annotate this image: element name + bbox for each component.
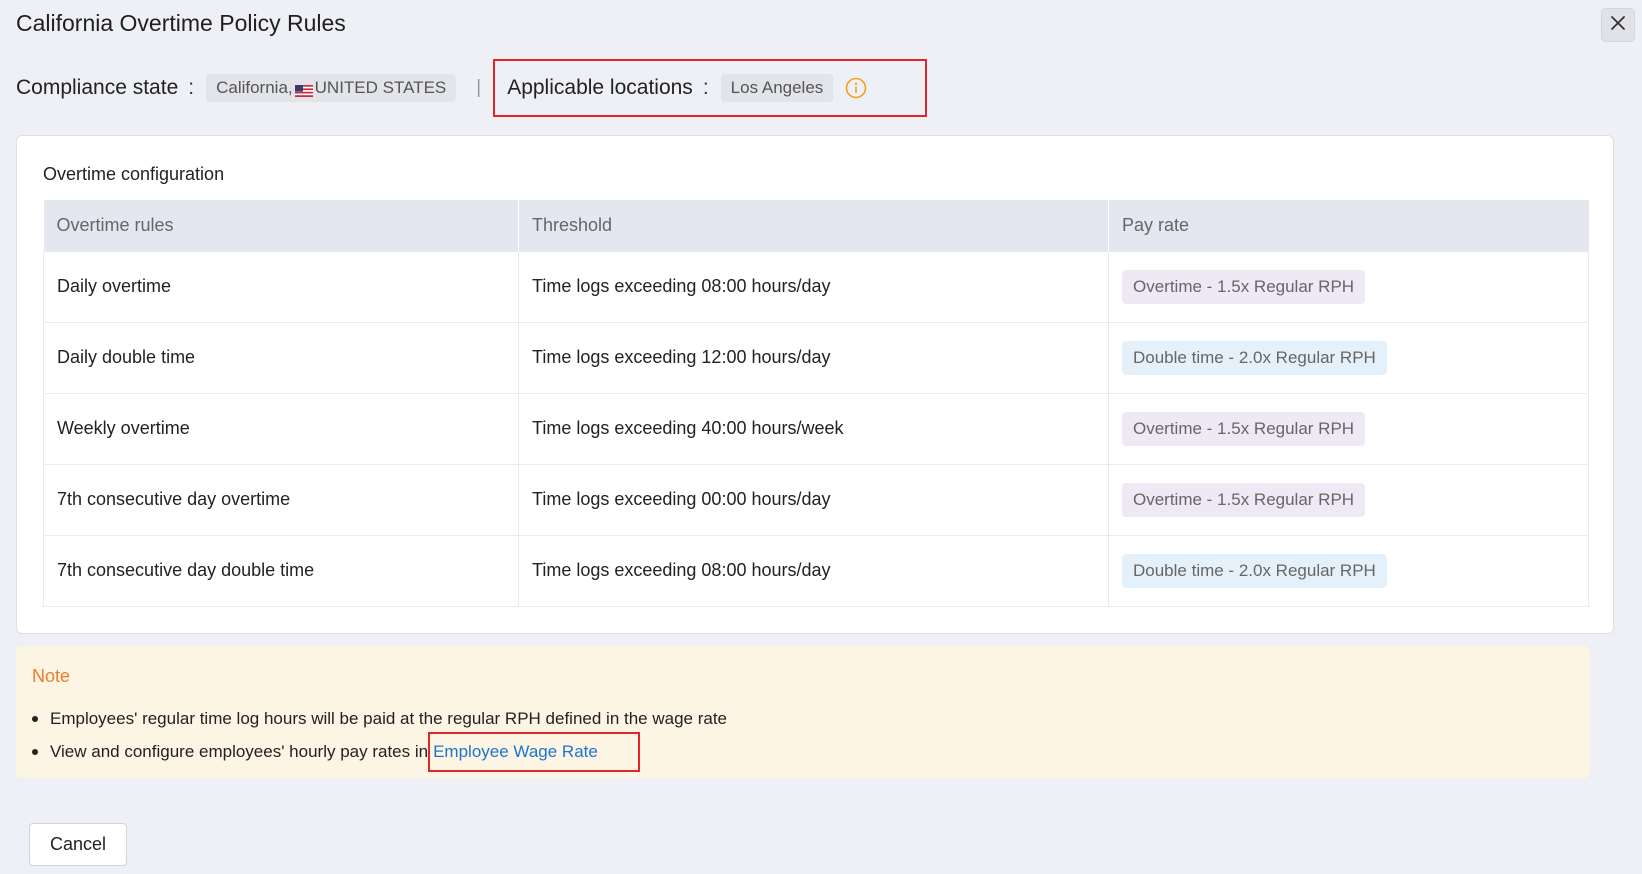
rule-cell: 7th consecutive day double time bbox=[43, 534, 519, 607]
pay-rate-cell: Overtime - 1.5x Regular RPH bbox=[1108, 392, 1589, 464]
table-row: Daily double time Time logs exceeding 12… bbox=[43, 321, 1589, 393]
table-row: 7th consecutive day double time Time log… bbox=[43, 534, 1589, 607]
compliance-country-value: UNITED STATES bbox=[314, 78, 447, 97]
threshold-cell: Time logs exceeding 08:00 hours/day bbox=[518, 250, 1109, 322]
wage-rate-link-highlight: Employee Wage Rate bbox=[428, 731, 640, 772]
table-row: Daily overtime Time logs exceeding 08:00… bbox=[43, 250, 1589, 322]
note-text: View and configure employees' hourly pay… bbox=[50, 741, 429, 761]
note-text: Employees' regular time log hours will b… bbox=[50, 708, 728, 728]
threshold-cell: Time logs exceeding 12:00 hours/day bbox=[518, 321, 1109, 393]
note-panel: Note Employees' regular time log hours w… bbox=[16, 646, 1590, 778]
overtime-configuration-card: Overtime configuration Overtime rules Th… bbox=[16, 135, 1614, 634]
pay-rate-badge: Overtime - 1.5x Regular RPH bbox=[1122, 269, 1366, 304]
info-icon[interactable] bbox=[845, 77, 867, 99]
close-button[interactable] bbox=[1601, 8, 1635, 42]
pay-rate-cell: Double time - 2.0x Regular RPH bbox=[1108, 534, 1589, 607]
location-chip: Los Angeles bbox=[720, 74, 834, 102]
note-list: Employees' regular time log hours will b… bbox=[32, 702, 727, 772]
column-header-threshold: Threshold bbox=[518, 200, 1109, 251]
pay-rate-badge: Overtime - 1.5x Regular RPH bbox=[1122, 411, 1366, 446]
employee-wage-rate-link[interactable]: Employee Wage Rate bbox=[433, 742, 598, 762]
close-icon bbox=[1610, 15, 1626, 36]
cancel-button[interactable]: Cancel bbox=[29, 823, 127, 866]
compliance-state-chip: California, UNITED STATES bbox=[206, 74, 457, 102]
bullet bbox=[32, 715, 38, 722]
rule-cell: Weekly overtime bbox=[43, 392, 519, 464]
compliance-state-value: California, bbox=[216, 78, 293, 97]
column-header-pay-rate: Pay rate bbox=[1108, 200, 1589, 251]
pay-rate-badge: Overtime - 1.5x Regular RPH bbox=[1122, 482, 1366, 517]
rule-cell: Daily overtime bbox=[43, 250, 519, 322]
bullet bbox=[32, 748, 38, 755]
compliance-state-label: Compliance state bbox=[16, 76, 179, 99]
pay-rate-badge: Double time - 2.0x Regular RPH bbox=[1122, 553, 1387, 588]
pay-rate-badge: Double time - 2.0x Regular RPH bbox=[1122, 340, 1387, 375]
note-title: Note bbox=[32, 666, 71, 686]
note-item: View and configure employees' hourly pay… bbox=[32, 731, 727, 772]
threshold-cell: Time logs exceeding 00:00 hours/day bbox=[518, 463, 1109, 535]
pay-rate-cell: Overtime - 1.5x Regular RPH bbox=[1108, 250, 1589, 322]
colon: : bbox=[188, 76, 195, 99]
pay-rate-cell: Double time - 2.0x Regular RPH bbox=[1108, 321, 1589, 393]
threshold-cell: Time logs exceeding 08:00 hours/day bbox=[518, 534, 1109, 607]
rule-cell: Daily double time bbox=[43, 321, 519, 393]
threshold-cell: Time logs exceeding 40:00 hours/week bbox=[518, 392, 1109, 464]
applicable-locations-label: Applicable locations bbox=[507, 76, 693, 99]
meta-row: Compliance state : California, UNITED ST… bbox=[16, 59, 928, 117]
column-header-rules: Overtime rules bbox=[43, 200, 519, 251]
dialog-title: California Overtime Policy Rules bbox=[16, 10, 346, 36]
table-row: Weekly overtime Time logs exceeding 40:0… bbox=[43, 392, 1589, 464]
table-row: 7th consecutive day overtime Time logs e… bbox=[43, 463, 1589, 535]
note-item: Employees' regular time log hours will b… bbox=[32, 702, 727, 735]
section-title: Overtime configuration bbox=[43, 164, 225, 184]
overtime-rules-table: Overtime rules Threshold Pay rate Daily … bbox=[43, 200, 1589, 607]
us-flag-icon bbox=[294, 82, 313, 97]
pay-rate-cell: Overtime - 1.5x Regular RPH bbox=[1108, 463, 1589, 535]
rule-cell: 7th consecutive day overtime bbox=[43, 463, 519, 535]
separator: | bbox=[476, 77, 482, 98]
colon: : bbox=[702, 76, 709, 99]
applicable-locations-highlight: Applicable locations : Los Angeles bbox=[493, 59, 928, 117]
